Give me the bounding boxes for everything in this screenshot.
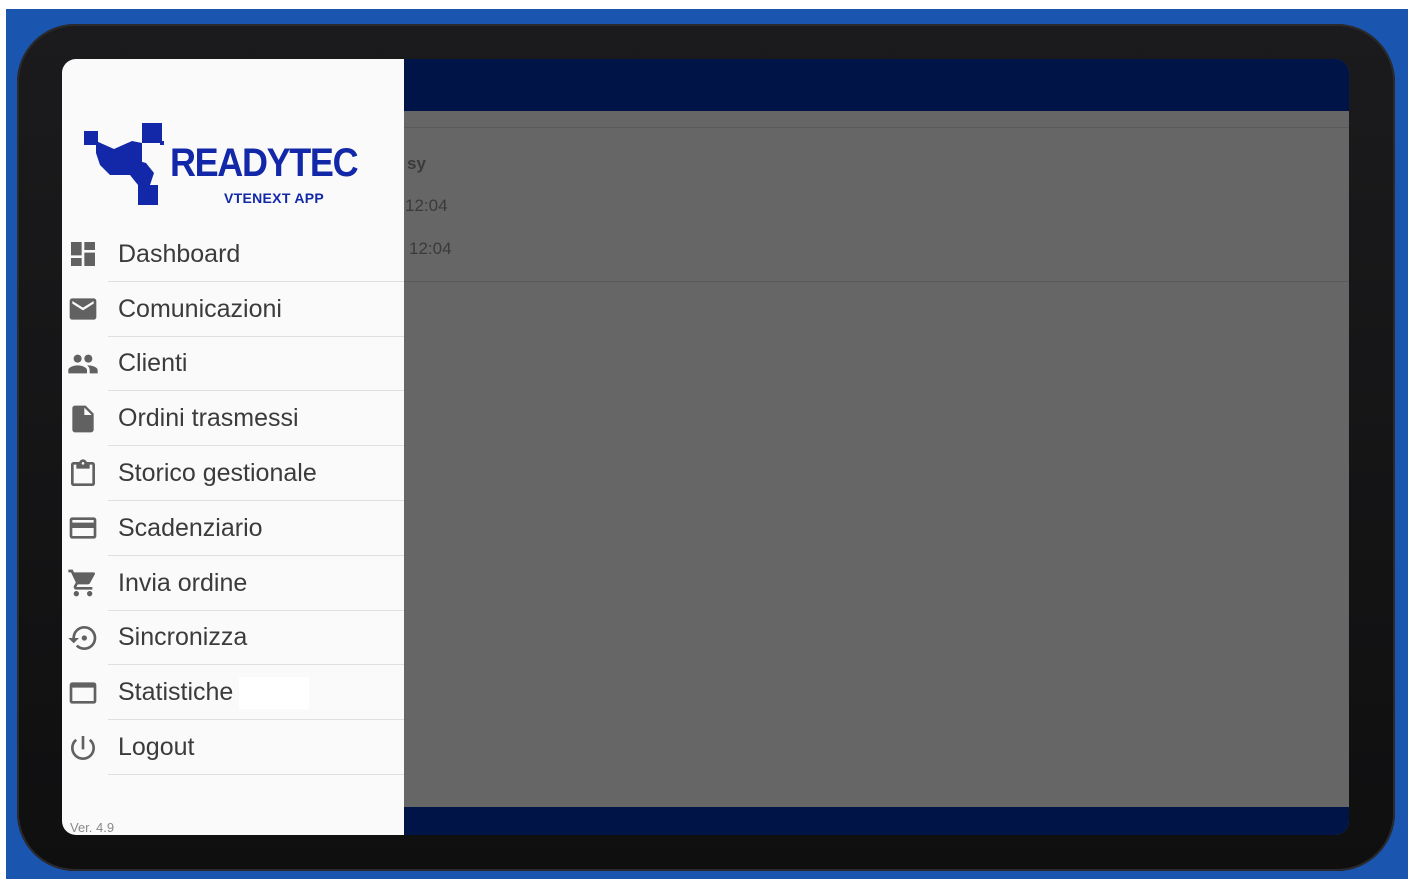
menu-item-comunicazioni[interactable]: Comunicazioni	[62, 282, 404, 337]
menu-item-label: Clienti	[118, 349, 188, 378]
power-icon	[62, 720, 106, 775]
app-screen: sy 12:04 12:04 READYTEC VTENEXT APP Dash…	[62, 59, 1349, 835]
readytec-logo: READYTEC VTENEXT APP	[84, 123, 359, 209]
menu-item-invia-ordine[interactable]: Invia ordine	[62, 556, 404, 611]
app-item-title: sy	[407, 154, 426, 173]
menu-item-logout[interactable]: Logout	[62, 720, 404, 775]
mail-icon	[62, 282, 106, 337]
menu-item-label: Invia ordine	[118, 568, 248, 597]
menu-item-label: Logout	[118, 733, 195, 762]
redaction-box	[239, 676, 310, 709]
menu-item-ordini-trasmessi[interactable]: Ordini trasmessi	[62, 391, 404, 446]
navigation-drawer: READYTEC VTENEXT APP Dashboard Comunicaz…	[62, 59, 404, 835]
document-icon	[62, 391, 106, 446]
app-item-time-2: 12:04	[409, 239, 452, 258]
drawer-menu: Dashboard Comunicazioni Clienti Ordini t…	[62, 227, 404, 775]
menu-item-dashboard[interactable]: Dashboard	[62, 227, 404, 282]
menu-item-label: Comunicazioni	[118, 294, 282, 323]
sync-icon	[62, 611, 106, 666]
app-divider-bottom	[404, 281, 1349, 282]
logo-subtitle: VTENEXT APP	[224, 190, 325, 206]
credit-card-icon	[62, 501, 106, 556]
menu-item-label: Dashboard	[118, 239, 241, 268]
logo-title: READYTEC	[170, 141, 359, 185]
app-item-time-1: 12:04	[405, 196, 448, 215]
dashboard-icon	[62, 227, 106, 282]
menu-item-clienti[interactable]: Clienti	[62, 337, 404, 392]
menu-item-statistiche[interactable]: Statistiche	[62, 665, 404, 720]
menu-item-label: Ordini trasmessi	[118, 404, 299, 433]
app-divider-top	[404, 127, 1349, 128]
logo-mark-icon	[84, 123, 164, 205]
version-label: Ver. 4.9	[70, 820, 115, 835]
menu-item-storico-gestionale[interactable]: Storico gestionale	[62, 446, 404, 501]
clipboard-icon	[62, 446, 106, 501]
menu-item-label: Statistiche	[118, 678, 234, 707]
menu-item-label: Sincronizza	[118, 623, 248, 652]
menu-item-sincronizza[interactable]: Sincronizza	[62, 611, 404, 666]
menu-item-label: Storico gestionale	[118, 459, 317, 488]
menu-item-scadenziario[interactable]: Scadenziario	[62, 501, 404, 556]
cart-icon	[62, 556, 106, 611]
menu-item-label: Scadenziario	[118, 513, 263, 542]
people-icon	[62, 337, 106, 392]
window-icon	[62, 665, 106, 720]
